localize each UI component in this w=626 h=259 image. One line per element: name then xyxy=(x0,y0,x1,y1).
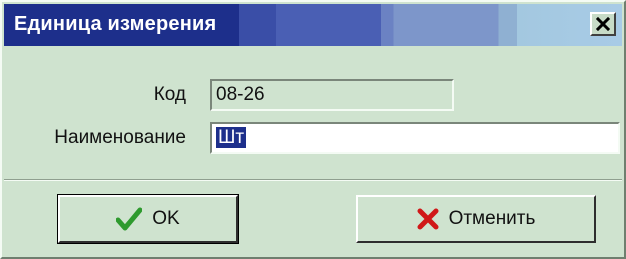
divider xyxy=(4,179,622,181)
code-label: Код xyxy=(153,84,186,105)
name-input[interactable]: Шт xyxy=(210,122,620,154)
name-value-selected: Шт xyxy=(216,127,247,148)
dialog-window: Единица измерения Код 08-26 Наименование… xyxy=(0,0,626,259)
ok-button[interactable]: OK xyxy=(57,194,239,244)
close-icon xyxy=(596,17,610,31)
code-field: 08-26 xyxy=(210,79,454,111)
close-button[interactable] xyxy=(590,12,616,36)
window-title: Единица измерения xyxy=(14,13,217,35)
title-bar[interactable]: Единица измерения xyxy=(4,4,622,46)
checkmark-icon xyxy=(116,207,143,231)
x-mark-icon xyxy=(417,208,439,230)
ok-button-label: OK xyxy=(152,208,180,229)
cancel-button[interactable]: Отменить xyxy=(356,195,596,243)
cancel-button-label: Отменить xyxy=(448,208,536,229)
code-value: 08-26 xyxy=(216,84,265,105)
name-label: Наименование xyxy=(54,127,186,148)
